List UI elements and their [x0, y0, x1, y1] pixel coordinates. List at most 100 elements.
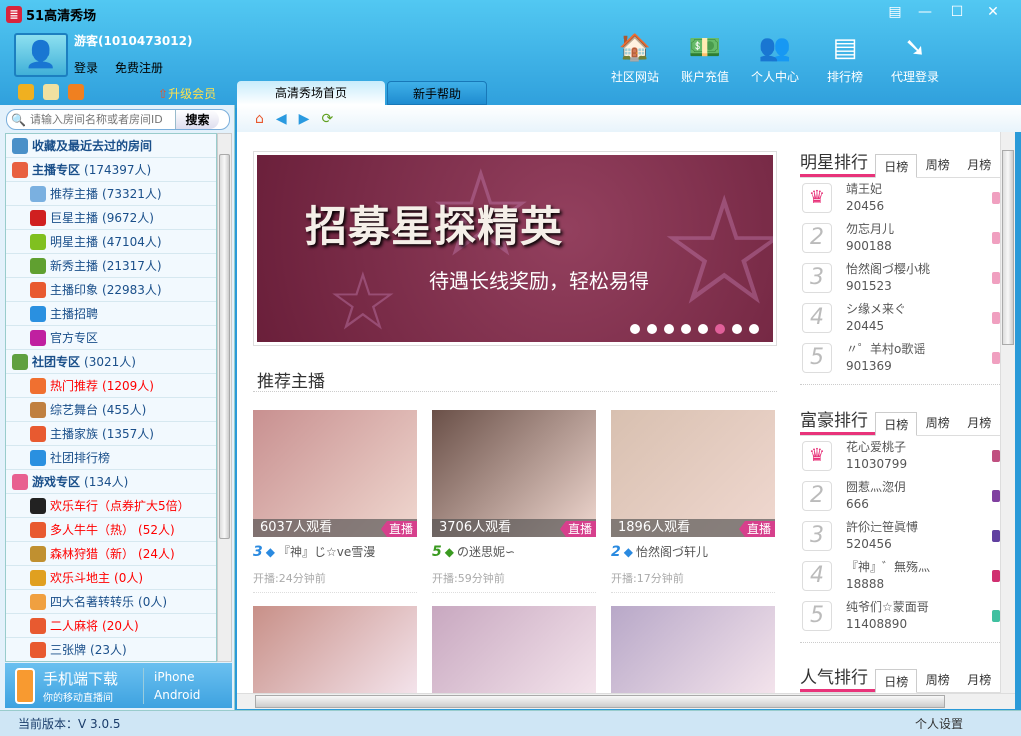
tree-item[interactable]: 森林狩猎（新） (24人) — [6, 542, 216, 566]
iphone-link[interactable]: iPhone — [154, 668, 200, 686]
tree-item[interactable]: 欢乐车行（点券扩大5倍） — [6, 494, 216, 518]
carousel-dot[interactable] — [749, 324, 759, 334]
tree-item[interactable]: 新秀主播 (21317人) — [6, 254, 216, 278]
topnav-users[interactable]: 👥 个人中心 — [740, 32, 810, 85]
tree-item[interactable]: 巨星主播 (9672人) — [6, 206, 216, 230]
android-link[interactable]: Android — [154, 686, 200, 704]
tree-category[interactable]: 社团专区 (3021人) — [6, 350, 216, 374]
tree-item[interactable]: 明星主播 (47104人) — [6, 230, 216, 254]
streamer-card[interactable]: 1896人观看 直播 2 ◆ 怡然阁づ轩儿 开播:17分钟前 — [611, 410, 775, 593]
streamer-thumbnail[interactable] — [611, 606, 775, 693]
search-input[interactable] — [29, 113, 175, 126]
topnav-house[interactable]: 🏠 社区网站 — [600, 32, 670, 85]
tree-item[interactable]: 主播家族 (1357人) — [6, 422, 216, 446]
tree-item[interactable]: 欢乐斗地主 (0人) — [6, 566, 216, 590]
carousel-dot[interactable] — [647, 324, 657, 334]
ranking-name: 靖王妃 — [846, 182, 883, 196]
key-icon[interactable] — [43, 84, 59, 100]
menu-icon[interactable]: ▤ — [880, 4, 910, 20]
ranking-tab[interactable]: 月榜 — [959, 668, 1000, 692]
carousel-dot[interactable] — [681, 324, 691, 334]
tree-item[interactable]: 二人麻将 (20人) — [6, 614, 216, 638]
tree-item[interactable]: 主播招聘 — [6, 302, 216, 326]
ranking-tab[interactable]: 周榜 — [917, 411, 958, 435]
back-arrow-icon[interactable]: ◀ — [276, 111, 287, 127]
tree-item[interactable]: 多人牛牛（热） (52人) — [6, 518, 216, 542]
ranking-item[interactable]: 5 〃゜羊村o歌谣 901369 — [800, 338, 1000, 378]
refresh-icon[interactable]: ⟳ — [321, 111, 333, 127]
ranking-title: 人气排行 — [800, 663, 876, 692]
ranking-item[interactable]: 4 シ缘メ来ぐ 20445 — [800, 298, 1000, 338]
ranking-item[interactable]: 3 許伱辷笹眞愽 520456 — [800, 516, 1000, 556]
ranking-name: 囫惹灬淴仴 — [846, 480, 907, 494]
ranking-name: 〃゜羊村o歌谣 — [846, 342, 926, 356]
topnav-ranking[interactable]: ▤ 排行榜 — [810, 32, 880, 85]
ranking-value: 18888 — [846, 577, 885, 591]
home-icon[interactable]: ⌂ — [255, 111, 264, 127]
ranking-item[interactable]: 2 囫惹灬淴仴 666 — [800, 476, 1000, 516]
tree-item[interactable]: 三张牌 (23人) — [6, 638, 216, 661]
horizontal-scrollbar[interactable] — [237, 693, 1015, 709]
login-link[interactable]: 登录 — [74, 59, 98, 76]
maximize-button[interactable]: ☐ — [942, 4, 972, 20]
ranking-item[interactable]: ♛ 花心爱桃子 11030799 — [800, 436, 1000, 476]
ranking-item[interactable]: 5 纯爷们☆蒙面哥 11408890 — [800, 596, 1000, 636]
carousel-dot[interactable] — [732, 324, 742, 334]
banner[interactable]: ☆ ☆ ☆ 招募星探精英 待遇长线奖励，轻松易得 — [253, 151, 777, 346]
forward-arrow-icon[interactable]: ▶ — [299, 111, 310, 127]
streamer-thumbnail[interactable] — [432, 606, 596, 693]
vertical-scrollbar[interactable] — [1000, 132, 1015, 693]
register-link[interactable]: 免费注册 — [115, 59, 163, 76]
ranking-tab[interactable]: 月榜 — [959, 411, 1000, 435]
tree-item[interactable]: 主播印象 (22983人) — [6, 278, 216, 302]
ranking-name: 許伱辷笹眞愽 — [846, 520, 919, 534]
mobile-download[interactable]: 手机端下载 你的移动直播间 iPhone Android — [5, 663, 232, 708]
mobile-subtitle: 你的移动直播间 — [43, 692, 113, 704]
carousel-dot[interactable] — [664, 324, 674, 334]
avatar[interactable]: 👤 — [14, 33, 68, 77]
tree-category[interactable]: 收藏及最近去过的房间 — [6, 134, 216, 158]
ranking-tab[interactable]: 日榜 — [875, 154, 918, 178]
ranking-tab[interactable]: 日榜 — [875, 669, 918, 693]
search-button[interactable]: 搜索 — [174, 110, 219, 129]
topnav-arrow[interactable]: ➘ 代理登录 — [880, 32, 950, 85]
tree-item[interactable]: 综艺舞台 (455人) — [6, 398, 216, 422]
close-button[interactable]: ✕ — [978, 4, 1008, 20]
ranking-item[interactable]: 3 怡然阁づ樱小桃 901523 — [800, 258, 1000, 298]
minimize-button[interactable]: — — [910, 4, 940, 20]
streamer-thumbnail[interactable] — [253, 606, 417, 693]
upgrade-link[interactable]: ⇧升级会员 — [158, 85, 216, 102]
tree-item[interactable]: 四大名著转转乐 (0人) — [6, 590, 216, 614]
tree-item[interactable]: 官方专区 — [6, 326, 216, 350]
ranking-value: 666 — [846, 497, 869, 511]
carousel-dot[interactable] — [715, 324, 725, 334]
money-bag-icon[interactable] — [68, 84, 84, 100]
ranking-item[interactable]: ♛ 靖王妃 20456 — [800, 178, 1000, 218]
ranking-tab[interactable]: 周榜 — [917, 153, 958, 177]
medal-icon — [992, 312, 1000, 324]
ranking-item[interactable]: 4 『神』゛無殇灬 18888 — [800, 556, 1000, 596]
tree-item[interactable]: 社团排行榜 — [6, 446, 216, 470]
tree-item-count: (9672人) — [102, 211, 154, 225]
tab-1[interactable]: 新手帮助 — [387, 81, 487, 105]
tab-0[interactable]: 高清秀场首页 — [237, 81, 385, 105]
carousel-dot[interactable] — [698, 324, 708, 334]
tree-category[interactable]: 主播专区 (174397人) — [6, 158, 216, 182]
carousel-dot[interactable] — [630, 324, 640, 334]
ranking-tab[interactable]: 月榜 — [959, 153, 1000, 177]
tree-item[interactable]: 热门推荐 (1209人) — [6, 374, 216, 398]
room-tree: 收藏及最近去过的房间 主播专区 (174397人) 推荐主播 (73321人) 巨星主播(… — [5, 133, 217, 662]
tree-scrollbar[interactable] — [217, 133, 232, 662]
tree-category[interactable]: 游戏专区 (134人) — [6, 470, 216, 494]
ranking-item[interactable]: 2 勿忘月儿 900188 — [800, 218, 1000, 258]
streamer-card[interactable]: 6037人观看 直播 3 ◆ 『神』じ☆ve雪漫 开播:24分钟前 — [253, 410, 417, 593]
ranking-tab[interactable]: 周榜 — [917, 668, 958, 692]
tree-item-count: (23人) — [90, 643, 127, 657]
settings-gear-icon[interactable] — [18, 84, 34, 100]
ranking-tab[interactable]: 日榜 — [875, 412, 918, 436]
personal-settings-link[interactable]: 个人设置 — [915, 715, 963, 732]
crown-icon: ♛ — [802, 183, 832, 213]
tree-item[interactable]: 推荐主播 (73321人) — [6, 182, 216, 206]
streamer-card[interactable]: 3706人观看 直播 5 ◆ の迷思妮∽ 开播:59分钟前 — [432, 410, 596, 593]
topnav-money[interactable]: 💵 账户充值 — [670, 32, 740, 85]
